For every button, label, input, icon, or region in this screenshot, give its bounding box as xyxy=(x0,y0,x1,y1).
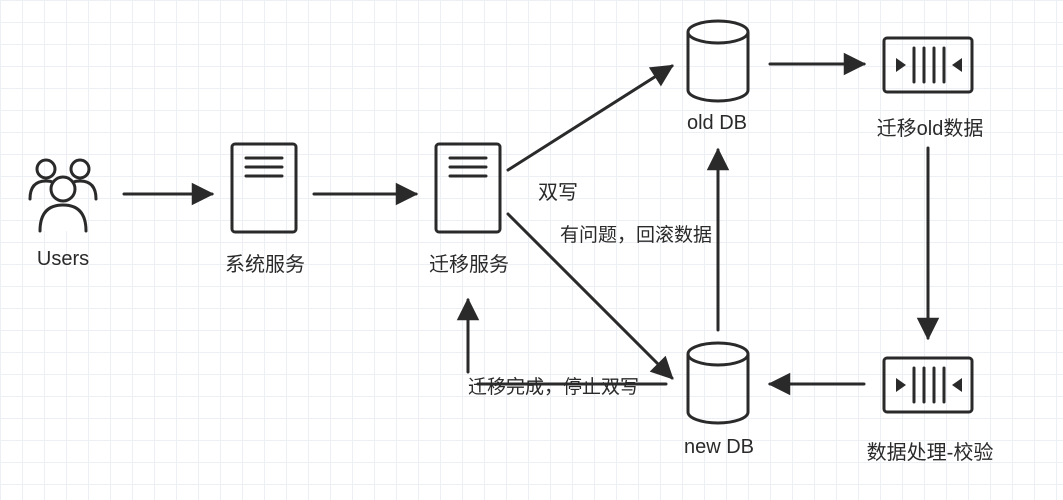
old-db-node xyxy=(682,18,754,104)
database-icon xyxy=(682,340,754,426)
complete-label: 迁移完成，停止双写 xyxy=(468,372,639,399)
migrate-old-data-node xyxy=(880,34,976,96)
new-db-node xyxy=(682,340,754,426)
server-icon xyxy=(228,140,300,236)
database-icon xyxy=(682,18,754,104)
data-validate-node xyxy=(880,354,976,416)
migration-service-node xyxy=(432,140,504,236)
compact-icon xyxy=(880,354,976,416)
dual-write-label: 双写 xyxy=(538,176,578,205)
system-service-node xyxy=(228,140,300,236)
server-icon xyxy=(432,140,504,236)
new-db-label: new DB xyxy=(664,436,774,459)
old-db-label: old DB xyxy=(662,112,772,135)
migration-service-label: 迁移服务 xyxy=(414,248,524,277)
migrate-old-data-label: 迁移old数据 xyxy=(860,112,1000,141)
rollback-label: 有问题，回滚数据 xyxy=(560,220,712,247)
users-icon xyxy=(18,155,108,235)
compact-icon xyxy=(880,34,976,96)
users-node xyxy=(18,155,108,235)
users-label: Users xyxy=(18,248,108,271)
diagram-canvas: Users 系统服务 迁移服务 xyxy=(0,0,1063,500)
arrow-migration-to-olddb xyxy=(508,66,672,170)
system-service-label: 系统服务 xyxy=(210,248,320,277)
data-validate-label: 数据处理-校验 xyxy=(850,436,1010,465)
